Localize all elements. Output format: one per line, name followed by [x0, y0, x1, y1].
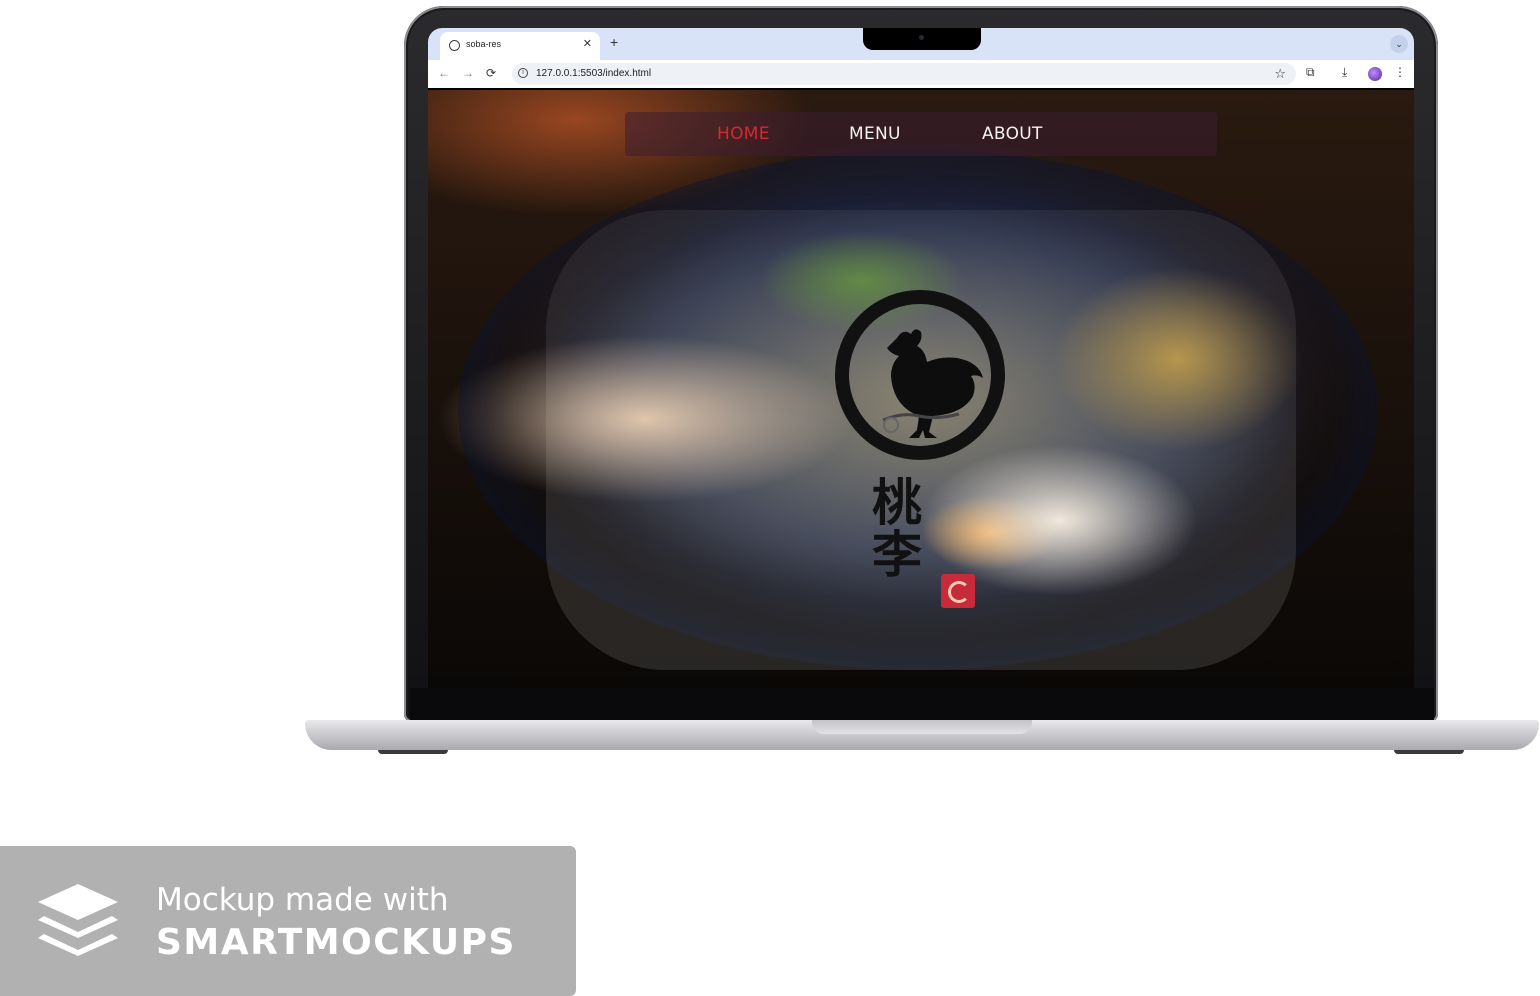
download-icon[interactable]: ⤓	[1342, 65, 1347, 80]
forward-icon[interactable]: →	[462, 66, 474, 80]
more-menu-icon[interactable]: ⋮	[1394, 65, 1406, 79]
stacked-layers-icon	[38, 884, 118, 956]
browser-tab[interactable]: soba-res ✕	[440, 32, 600, 60]
new-tab-button[interactable]: +	[610, 34, 618, 50]
watermark-line-2: SMARTMOCKUPS	[156, 922, 516, 963]
nav-menu[interactable]: MENU	[849, 124, 901, 144]
address-bar[interactable]: i 127.0.0.1:5503/index.html ☆	[512, 63, 1296, 85]
back-icon[interactable]: ←	[438, 66, 450, 80]
site-nav: HOME MENU ABOUT	[625, 112, 1217, 156]
red-seal-icon	[941, 574, 975, 608]
rooster-icon	[835, 290, 1005, 460]
globe-icon	[449, 40, 460, 51]
reload-icon[interactable]: ⟳	[486, 66, 496, 80]
smartmockups-watermark: Mockup made with SMARTMOCKUPS	[0, 846, 576, 996]
laptop-foot	[378, 750, 448, 754]
bookmark-star-icon[interactable]: ☆	[1274, 66, 1286, 82]
screen: soba-res ✕ + ⌄ ← → ⟳ i 127.0.0.1:5503/in…	[428, 28, 1414, 688]
logo-kanji: 桃李	[864, 476, 923, 580]
hero-section: HOME MENU ABOUT 桃李	[428, 90, 1414, 688]
watermark-line-1: Mockup made with	[156, 882, 449, 918]
nav-about[interactable]: ABOUT	[982, 124, 1043, 144]
laptop-foot	[1394, 750, 1464, 754]
nav-home[interactable]: HOME	[717, 124, 770, 144]
laptop-chin	[410, 688, 1434, 720]
tab-search-button[interactable]: ⌄	[1390, 35, 1408, 53]
camera-notch	[863, 28, 981, 50]
browser-toolbar: ← → ⟳ i 127.0.0.1:5503/index.html ☆ ⧉ ⤓ …	[428, 60, 1414, 88]
camera-icon	[919, 35, 924, 40]
site-info-icon[interactable]: i	[518, 68, 528, 78]
laptop-opening-notch	[812, 720, 1032, 734]
profile-avatar[interactable]	[1368, 67, 1382, 81]
close-icon[interactable]: ✕	[583, 37, 592, 50]
url-text: 127.0.0.1:5503/index.html	[536, 68, 652, 79]
tab-title: soba-res	[466, 39, 502, 49]
extensions-icon[interactable]: ⧉	[1306, 65, 1315, 80]
